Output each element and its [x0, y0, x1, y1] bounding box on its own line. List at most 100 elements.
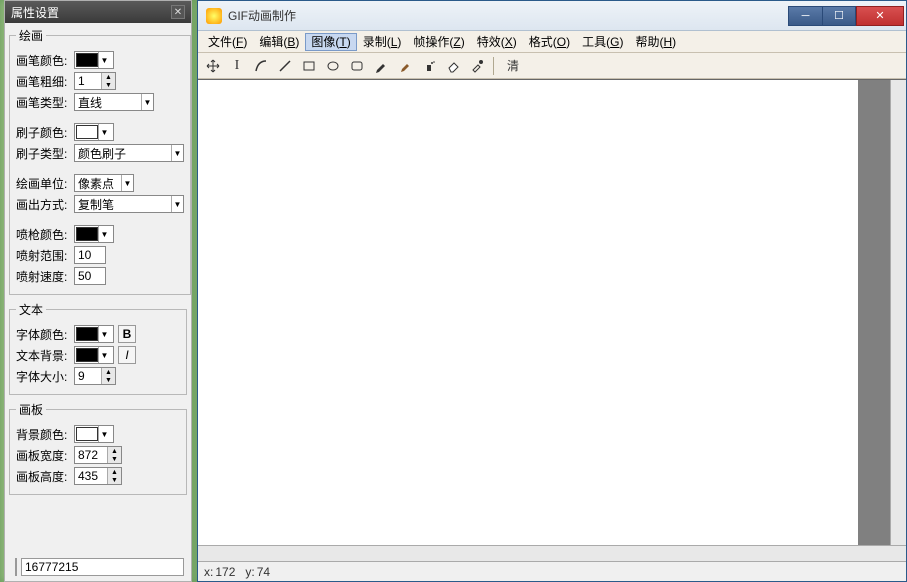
brush-type-label: 刷子类型: — [16, 145, 70, 162]
spin-down-icon[interactable]: ▼ — [108, 455, 121, 463]
curve-tool-icon[interactable] — [250, 55, 272, 77]
brush-color-label: 刷子颜色: — [16, 124, 70, 141]
canvas-width-spinner[interactable]: ▲▼ — [74, 446, 122, 464]
bold-button[interactable]: B — [118, 325, 136, 343]
line-tool-icon[interactable] — [274, 55, 296, 77]
properties-title-text: 属性设置 — [11, 4, 59, 21]
spray-color-swatch — [76, 227, 98, 241]
window-close-button[interactable]: ✕ — [856, 6, 904, 26]
spin-down-icon[interactable]: ▼ — [102, 81, 115, 89]
draw-mode-label: 画出方式: — [16, 196, 70, 213]
properties-close-button[interactable]: ✕ — [171, 5, 185, 19]
footer-color-value — [15, 557, 183, 577]
toolbar-separator — [493, 57, 494, 75]
spin-down-icon[interactable]: ▼ — [108, 476, 121, 484]
vertical-scrollbar[interactable] — [890, 80, 906, 545]
horizontal-scrollbar[interactable] — [198, 545, 906, 561]
spray-range-label: 喷射范围: — [16, 247, 70, 264]
canvas-height-label: 画板高度: — [16, 468, 70, 485]
menu-o[interactable]: 格式(O) — [523, 31, 576, 52]
chevron-down-icon: ▼ — [121, 175, 133, 191]
spin-up-icon[interactable]: ▲ — [102, 368, 115, 376]
italic-button[interactable]: I — [118, 346, 136, 364]
pen-color-swatch — [76, 53, 98, 67]
clear-button[interactable]: 清 — [499, 55, 527, 77]
drawing-canvas[interactable] — [198, 80, 858, 545]
spin-down-icon[interactable]: ▼ — [102, 376, 115, 384]
text-bg-label: 文本背景: — [16, 347, 70, 364]
properties-panel: 属性设置 ✕ 绘画 画笔颜色: ▼ 画笔粗细: ▲▼ 画笔类型: — [4, 0, 192, 582]
chevron-down-icon: ▼ — [98, 52, 110, 68]
pen-type-select[interactable]: 直线 ▼ — [74, 93, 154, 111]
app-icon — [206, 8, 222, 24]
menu-g[interactable]: 工具(G) — [576, 31, 629, 52]
section-canvas-legend: 画板 — [16, 401, 46, 418]
pen-color-label: 画笔颜色: — [16, 52, 70, 69]
move-tool-icon[interactable] — [202, 55, 224, 77]
section-canvas: 画板 背景颜色: ▼ 画板宽度: ▲▼ 画板高度: ▲▼ — [9, 401, 187, 495]
pen-color-dropdown[interactable]: ▼ — [74, 51, 114, 69]
menu-h[interactable]: 帮助(H) — [629, 31, 682, 52]
font-color-dropdown[interactable]: ▼ — [74, 325, 114, 343]
spray-color-dropdown[interactable]: ▼ — [74, 225, 114, 243]
menu-l[interactable]: 录制(L) — [357, 31, 408, 52]
font-size-spinner[interactable]: ▲▼ — [74, 367, 116, 385]
roundrect-tool-icon[interactable] — [346, 55, 368, 77]
canvas-width-label: 画板宽度: — [16, 447, 70, 464]
canvas-height-spinner[interactable]: ▲▼ — [74, 467, 122, 485]
chevron-down-icon: ▼ — [141, 94, 153, 110]
brush-type-select[interactable]: 颜色刷子 ▼ — [74, 144, 184, 162]
eyedropper-tool-icon[interactable] — [466, 55, 488, 77]
chevron-down-icon: ▼ — [98, 426, 110, 442]
ellipse-tool-icon[interactable] — [322, 55, 344, 77]
unit-select[interactable]: 像素点 ▼ — [74, 174, 134, 192]
menu-bar: 文件(F)编辑(B)图像(T)录制(L)帧操作(Z)特效(X)格式(O)工具(G… — [198, 31, 906, 53]
unit-label: 绘画单位: — [16, 175, 70, 192]
pencil-tool-icon[interactable] — [370, 55, 392, 77]
eraser-tool-icon[interactable] — [442, 55, 464, 77]
brush-color-dropdown[interactable]: ▼ — [74, 123, 114, 141]
status-x-value: 172 — [215, 565, 235, 579]
section-text: 文本 字体颜色: ▼ B 文本背景: ▼ I 字体大小: — [9, 301, 187, 395]
canvas-height-input[interactable] — [75, 468, 107, 484]
text-tool-icon[interactable]: I — [226, 55, 248, 77]
chevron-down-icon: ▼ — [171, 196, 183, 212]
menu-t[interactable]: 图像(T) — [305, 33, 356, 51]
status-x-label: x: — [204, 565, 213, 579]
minimize-button[interactable]: ─ — [788, 6, 822, 26]
pen-width-spinner[interactable]: ▲▼ — [74, 72, 116, 90]
main-title-text: GIF动画制作 — [228, 7, 788, 24]
font-size-input[interactable] — [75, 368, 101, 384]
main-titlebar[interactable]: GIF动画制作 ─ ☐ ✕ — [198, 1, 906, 31]
menu-b[interactable]: 编辑(B) — [253, 31, 305, 52]
font-color-label: 字体颜色: — [16, 326, 70, 343]
text-bg-dropdown[interactable]: ▼ — [74, 346, 114, 364]
spray-tool-icon[interactable] — [418, 55, 440, 77]
section-paint: 绘画 画笔颜色: ▼ 画笔粗细: ▲▼ 画笔类型: 直线 ▼ — [9, 27, 191, 295]
status-y-label: y: — [245, 565, 254, 579]
spin-up-icon[interactable]: ▲ — [108, 447, 121, 455]
canvas-width-input[interactable] — [75, 447, 107, 463]
bg-color-dropdown[interactable]: ▼ — [74, 425, 114, 443]
maximize-button[interactable]: ☐ — [822, 6, 856, 26]
rect-tool-icon[interactable] — [298, 55, 320, 77]
canvas-area — [198, 79, 906, 545]
properties-titlebar[interactable]: 属性设置 ✕ — [5, 1, 191, 23]
spin-up-icon[interactable]: ▲ — [108, 468, 121, 476]
brush-color-swatch — [76, 125, 98, 139]
spin-up-icon[interactable]: ▲ — [102, 73, 115, 81]
text-bg-swatch — [76, 348, 98, 362]
draw-mode-select[interactable]: 复制笔 ▼ — [74, 195, 184, 213]
spray-speed-input[interactable] — [74, 267, 106, 285]
menu-x[interactable]: 特效(X) — [471, 31, 523, 52]
font-size-label: 字体大小: — [16, 368, 70, 385]
pen-width-input[interactable] — [75, 73, 101, 89]
footer-color-box — [15, 558, 17, 576]
menu-f[interactable]: 文件(F) — [202, 31, 253, 52]
brush-tool-icon[interactable] — [394, 55, 416, 77]
menu-z[interactable]: 帧操作(Z) — [407, 31, 470, 52]
footer-value-input[interactable] — [21, 558, 184, 576]
spray-speed-label: 喷射速度: — [16, 268, 70, 285]
spray-range-input[interactable] — [74, 246, 106, 264]
bg-color-swatch — [76, 427, 98, 441]
